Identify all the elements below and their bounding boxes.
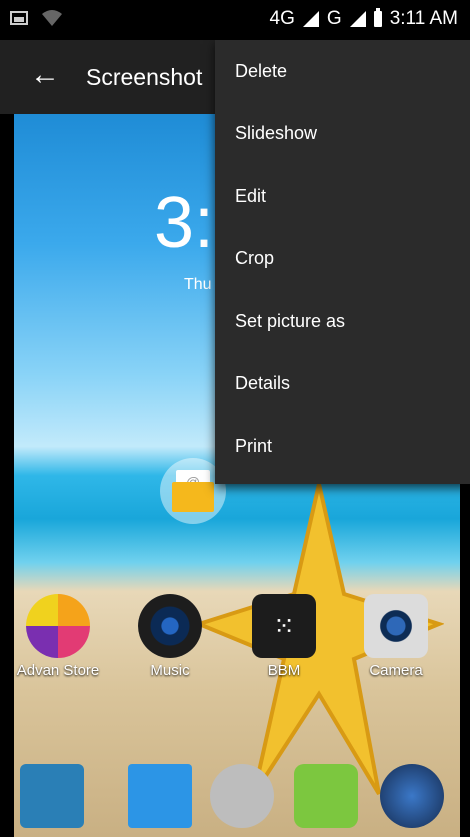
app-label: Camera: [369, 662, 423, 679]
messaging-icon[interactable]: [294, 764, 358, 828]
wallpaper-clock: 3:: [154, 183, 215, 263]
signal-icon: [302, 11, 319, 27]
music-icon: [138, 594, 202, 658]
menu-item-print[interactable]: Print: [215, 415, 470, 478]
overflow-menu: Delete Slideshow Edit Crop Set picture a…: [215, 40, 470, 484]
apps-drawer-icon[interactable]: [210, 764, 274, 828]
back-arrow-icon[interactable]: ←: [30, 60, 60, 90]
network-type-g: G: [326, 8, 342, 29]
menu-item-slideshow[interactable]: Slideshow: [215, 103, 470, 166]
wifi-icon: [42, 10, 62, 26]
battery-icon: [373, 8, 382, 27]
bottom-dock: [14, 764, 460, 837]
page-title: Screenshot: [86, 64, 203, 90]
advan-store-icon: [26, 594, 90, 658]
menu-item-delete[interactable]: Delete: [215, 40, 470, 103]
status-bar: 4G G 3:11 AM: [0, 0, 470, 40]
phone-icon[interactable]: [20, 764, 84, 828]
app-music[interactable]: Music: [120, 594, 220, 679]
network-type-4g: 4G: [269, 8, 295, 29]
menu-item-crop[interactable]: Crop: [215, 228, 470, 291]
status-left: [10, 10, 62, 26]
menu-item-edit[interactable]: Edit: [215, 165, 470, 228]
signal-icon-2: [349, 11, 366, 27]
app-label: Music: [150, 662, 190, 679]
wallpaper-day: Thu: [184, 276, 212, 293]
clock-time: 3:11 AM: [389, 8, 458, 29]
app-bbm[interactable]: ⁙ BBM: [234, 594, 334, 679]
contacts-icon[interactable]: [128, 764, 192, 828]
app-label: BBM: [267, 662, 301, 679]
app-label: Advan Store: [16, 662, 100, 679]
browser-icon[interactable]: [380, 764, 444, 828]
menu-item-set-picture-as[interactable]: Set picture as: [215, 290, 470, 353]
status-right: 4G G 3:11 AM: [270, 8, 458, 30]
app-advan-store[interactable]: Advan Store: [14, 594, 108, 679]
app-camera[interactable]: Camera: [346, 594, 446, 679]
bbm-icon: ⁙: [252, 594, 316, 658]
camera-icon: [364, 594, 428, 658]
menu-item-details[interactable]: Details: [215, 353, 470, 416]
gallery-notification-icon: [10, 11, 28, 25]
